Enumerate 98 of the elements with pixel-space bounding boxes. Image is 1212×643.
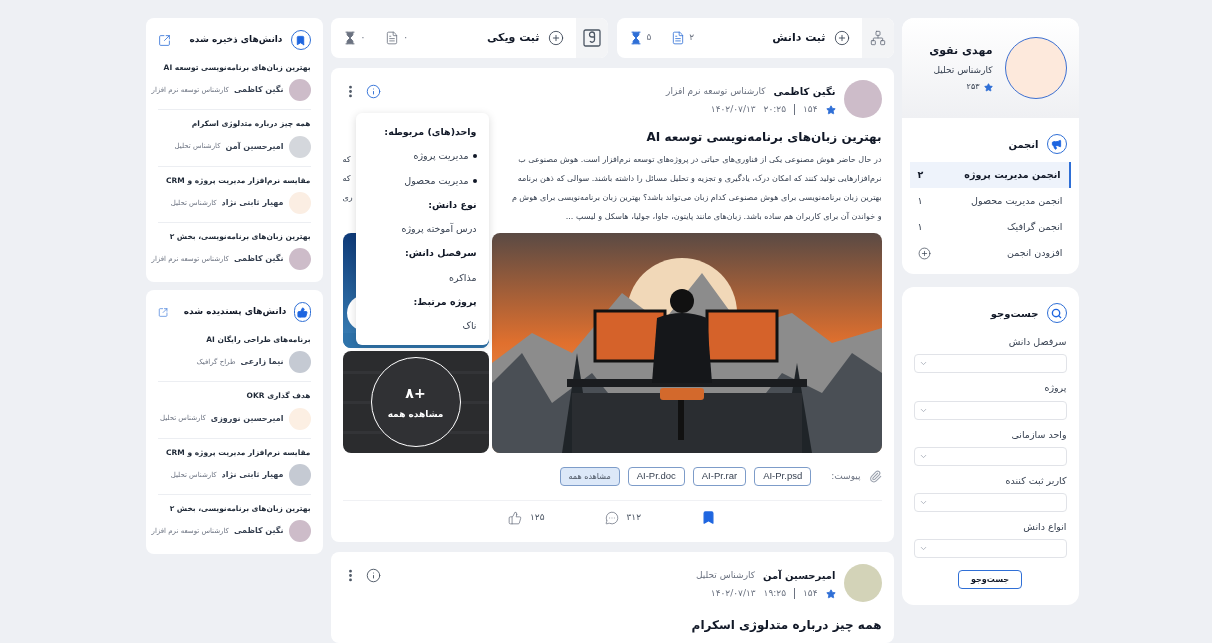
author-name: نیما زارعی <box>240 356 284 369</box>
hourglass-icon <box>628 31 643 45</box>
like-count: ۱۲۵ <box>530 510 545 524</box>
thumbs-up-icon <box>296 306 308 318</box>
plus-icon <box>833 30 850 46</box>
author-name: مهیار ثابتی نژاد <box>221 468 284 481</box>
file-chip[interactable]: AI-Pr.doc <box>627 467 685 486</box>
info-icon[interactable] <box>365 568 381 583</box>
post-title: همه چیز درباره متدلوژی اسکرام <box>690 617 882 634</box>
open-icon[interactable] <box>157 305 168 319</box>
forum-item[interactable]: انجمن مدیریت محصول ۱ <box>909 188 1071 214</box>
pending-count: ۵ <box>646 31 652 45</box>
select-field[interactable] <box>913 446 1067 466</box>
tree-icon <box>869 30 886 46</box>
chevron-icon <box>918 498 928 507</box>
author-name: امیرحسین آمن <box>763 568 836 583</box>
paperclip-icon <box>868 470 882 483</box>
post-text: بهترین زبان برنامه‌نویسی برای هوش مصنوعی کدام زبان می‌تواند باشد؟ بهترین زبان برنامه‌نویسی برای هوش م <box>511 192 882 204</box>
post-text: که <box>342 173 351 185</box>
post-text: ری <box>342 192 353 204</box>
document-count: ۲ <box>689 31 695 45</box>
post-date: ۱۴۰۲/۰۷/۱۳ <box>710 103 756 116</box>
author-name: نگین کاظمی <box>773 85 836 99</box>
post-text: که <box>342 154 351 166</box>
details-value: درس آموخته پروژه <box>401 222 477 236</box>
author-role: کارشناس تحلیل <box>695 568 755 582</box>
register-button[interactable]: ثبت ویکی <box>474 29 576 47</box>
add-forum-link[interactable]: افزودن انجمن <box>1007 245 1063 261</box>
details-heading: نوع دانش: <box>427 197 477 212</box>
document-count: ۰ <box>403 31 409 45</box>
post-text: نرم‌افزارهایی تولید کنند که امکان درک، یادگیری و تجزیه و تحلیل مسائل را داشته باشند. سوالی که ذهن برنامه <box>517 173 882 185</box>
user-name: مهدی نقوی <box>929 43 993 59</box>
author-name: نگین کاظمی <box>233 253 284 265</box>
details-heading: پروژه مرتبط: <box>412 294 477 309</box>
author-name: امیرحسین نوروزی <box>210 412 284 425</box>
document-icon <box>385 31 400 45</box>
attachments-label: پیوست: <box>831 469 861 483</box>
plus-icon[interactable] <box>917 246 931 260</box>
forum-item[interactable]: انجمن مدیریت پروژه ۲ <box>909 162 1071 188</box>
author-role: کارشناس توسعه نرم افزار <box>666 84 766 98</box>
bullet-icon <box>472 154 477 159</box>
post-time: ۱۹:۲۵ <box>763 587 786 600</box>
panel-title: دانش‌های پسندیده شده <box>183 305 287 319</box>
field-label: انواع دانش <box>1022 520 1067 534</box>
field-label: کاربر ثبت کننده <box>1004 473 1067 488</box>
post-text: در حال حاضر هوش مصنوعی یکی از فناوری‌های حیاتی در پروژه‌های توسعه نرم‌افزار است. هوش مصنوعی ب <box>518 154 882 166</box>
document-icon <box>671 31 686 45</box>
like-icon[interactable] <box>508 510 522 525</box>
bookmark-icon[interactable] <box>701 510 716 525</box>
bookmark-icon <box>295 34 306 46</box>
details-heading: واحد(های) مربوطه: <box>383 125 477 140</box>
user-role: کارشناس تحلیل <box>932 63 993 77</box>
select-field[interactable] <box>913 493 1067 512</box>
select-field[interactable] <box>913 354 1067 374</box>
post-text: و خواندن آن برای کاربران هم ساده باشد. زبان‌های مانند پایتون، جاوا، جولیا، هاسکل و لیسپ ... <box>565 211 882 223</box>
forum-title: انجمن <box>1008 137 1039 152</box>
post-time: ۲۰:۲۵ <box>763 103 786 116</box>
register-button[interactable]: ثبت دانش <box>760 29 862 47</box>
details-value: مدیریت پروژه <box>413 149 469 164</box>
star-icon <box>825 104 836 115</box>
star-icon <box>983 82 993 92</box>
bullet-icon <box>472 178 477 183</box>
post-title: بهترین زبان‌های برنامه‌نویسی توسعه AI <box>646 129 882 146</box>
author-name: نگین کاظمی <box>233 525 284 537</box>
field-label: پروژه <box>1043 381 1067 396</box>
score: ۱۵۴ <box>803 587 818 600</box>
panel-title: دانش‌های ذخیره شده <box>189 33 283 47</box>
plus-icon <box>547 30 564 46</box>
details-heading: سرفصل دانش: <box>403 246 477 261</box>
file-chip[interactable]: AI-Pr.psd <box>754 467 812 486</box>
author-name: مهیار ثابتی نژاد <box>221 196 284 209</box>
megaphone-icon <box>1051 138 1062 150</box>
open-icon[interactable] <box>157 33 171 47</box>
select-field[interactable] <box>913 400 1067 420</box>
comment-count: ۳۱۲ <box>626 510 641 524</box>
score: ۱۵۴ <box>803 103 818 116</box>
details-value: مدیریت محصول <box>404 173 469 188</box>
file-chip[interactable]: AI-Pr.rar <box>692 467 747 486</box>
star-icon <box>825 588 836 599</box>
select-field[interactable] <box>913 539 1067 559</box>
forum-item[interactable]: انجمن گرافیک ۱ <box>909 214 1071 240</box>
pending-count: ۰ <box>360 31 366 45</box>
field-label: سرفصل دانش <box>1007 335 1067 349</box>
search-button[interactable]: جست‌وجو <box>957 570 1023 590</box>
search-title: جست‌وجو <box>990 306 1039 321</box>
field-label: واحد سازمانی <box>1010 427 1067 442</box>
comment-icon[interactable] <box>604 510 619 525</box>
info-icon[interactable] <box>365 84 381 99</box>
score: ۲۵۳ <box>966 81 980 93</box>
details-value: مذاکره <box>449 270 477 285</box>
view-all-files-button[interactable]: مشاهده همه <box>559 467 620 486</box>
search-icon <box>1051 307 1062 319</box>
square-logo-icon <box>582 29 601 47</box>
details-value: ناک <box>462 319 477 333</box>
author-name: نگین کاظمی <box>233 84 284 97</box>
post-date: ۱۴۰۲/۰۷/۱۳ <box>710 587 756 600</box>
author-name: امیرحسین آمن <box>225 140 284 153</box>
hourglass-icon <box>342 31 357 45</box>
